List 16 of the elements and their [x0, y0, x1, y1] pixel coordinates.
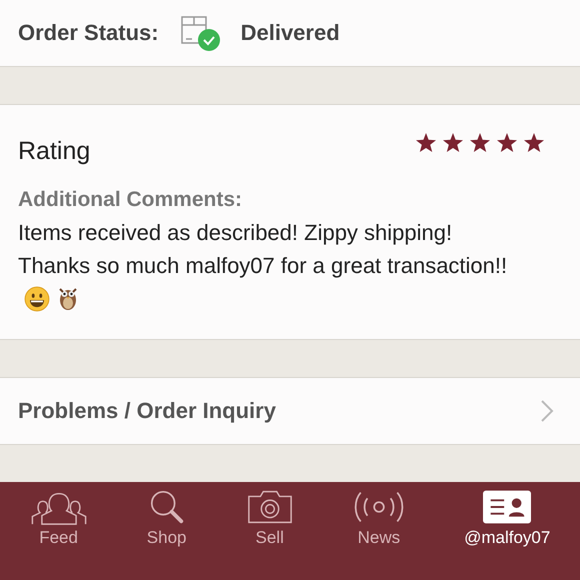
tab-bar-item[interactable]: News — [348, 488, 409, 548]
profile-card-icon — [483, 488, 532, 526]
smiley-icon — [24, 286, 50, 312]
tab-bar-item[interactable]: Sell — [242, 488, 298, 548]
order-status-value: Delivered — [240, 20, 340, 46]
tab-bar-item[interactable]: Feed — [26, 488, 92, 548]
delivered-box-icon — [178, 14, 221, 52]
comments-label: Additional Comments: — [18, 188, 243, 212]
tab-bar-item[interactable]: Shop — [142, 488, 190, 548]
order-status-label: Order Status: — [18, 20, 159, 46]
camera-icon — [246, 488, 294, 526]
comment-text: Items received as described! Zippy shipping! Thanks so much malfoy07 for a great transaction!! — [18, 220, 508, 278]
chevron-right-icon — [540, 399, 554, 423]
rating-title: Rating — [18, 137, 90, 166]
problems-inquiry-link[interactable]: Problems / Order Inquiry — [0, 377, 580, 445]
tab-bar-item[interactable]: @malfoy07 — [460, 488, 554, 548]
